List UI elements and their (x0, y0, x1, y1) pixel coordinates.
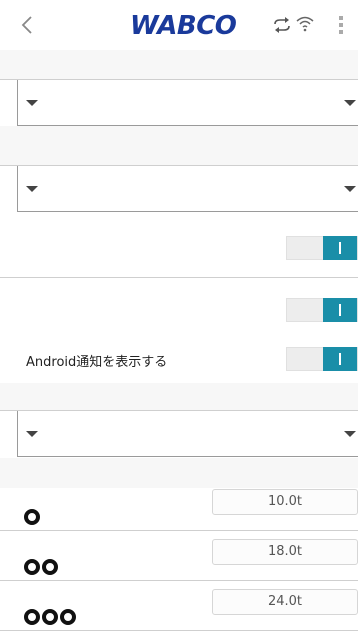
kebab-menu-icon[interactable] (338, 15, 344, 35)
dropdown-select-2[interactable] (17, 166, 358, 212)
toggle-knob (323, 347, 357, 371)
caret-down-icon (26, 100, 38, 106)
axle-icon (24, 509, 40, 527)
setting-row-notify: Android通知を表示する (0, 337, 358, 383)
dropdown-select-3[interactable] (17, 411, 358, 457)
axle-load-input-2[interactable]: 18.0t (212, 539, 358, 565)
wifi-icon (296, 16, 314, 32)
toggle-knob (323, 298, 357, 322)
caret-down-icon (26, 186, 38, 192)
section-header-3 (0, 383, 358, 411)
axle-load-row-1: 10.0t (0, 488, 358, 536)
section-header-4 (0, 458, 358, 488)
axle-icon (24, 559, 58, 577)
divider (0, 530, 358, 531)
toggle-switch-2[interactable] (286, 298, 358, 322)
axle-load-input-3[interactable]: 24.0t (212, 589, 358, 615)
section-header-2 (0, 126, 358, 166)
toggle-switch-notify[interactable] (286, 347, 358, 371)
caret-down-icon (344, 431, 356, 437)
sync-icon[interactable] (273, 17, 291, 33)
axle-load-row-2: 18.0t (0, 538, 358, 586)
caret-down-icon (344, 100, 356, 106)
divider (0, 630, 358, 631)
caret-down-icon (344, 186, 356, 192)
brand-logo: WABCO (130, 11, 237, 41)
dropdown-select-1[interactable] (17, 80, 358, 126)
setting-row-1 (0, 213, 358, 277)
axle-icon (24, 609, 76, 627)
divider (0, 580, 358, 581)
chevron-left-icon[interactable] (16, 13, 40, 37)
caret-down-icon (26, 431, 38, 437)
axle-load-input-1[interactable]: 10.0t (212, 489, 358, 515)
toggle-switch-1[interactable] (286, 236, 358, 260)
section-header-1 (0, 50, 358, 80)
notify-label: Android通知を表示する (26, 355, 168, 370)
axle-load-row-3: 24.0t (0, 588, 358, 635)
toggle-knob (323, 236, 357, 260)
setting-row-2 (0, 278, 358, 336)
app-header: WABCO (0, 0, 358, 50)
